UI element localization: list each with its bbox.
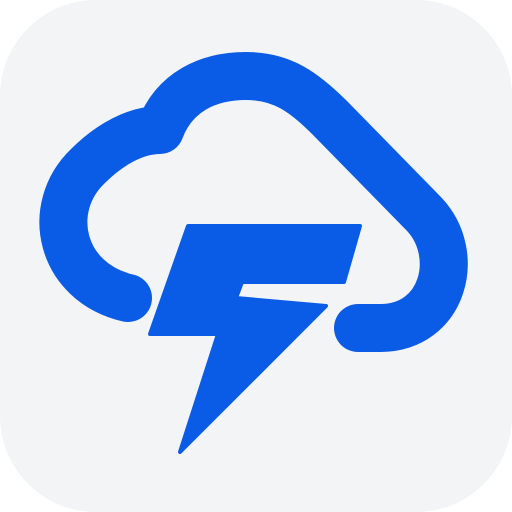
app-icon-graphic [0, 0, 512, 512]
app-icon[interactable] [0, 0, 512, 512]
